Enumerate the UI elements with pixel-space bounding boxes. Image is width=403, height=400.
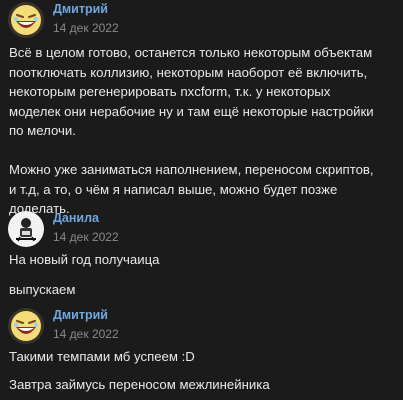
message-line: Такими темпами мб успеем :D <box>9 349 195 364</box>
message-text: На новый год получаица <box>9 250 160 270</box>
author-name[interactable]: Дмитрий <box>53 2 108 16</box>
message-line: по мелочи. <box>9 123 76 138</box>
message-line: Можно уже заниматься наполнением, перено… <box>9 162 374 177</box>
message-header: Данила 14 дек 2022 <box>8 211 398 251</box>
message-text: выпускаем <box>9 280 75 300</box>
message-time: 14 дек 2022 <box>53 21 119 35</box>
message-line <box>9 141 374 161</box>
author-name[interactable]: Дмитрий <box>53 308 108 322</box>
message-header: Дмитрий 14 дек 2022 <box>8 308 398 348</box>
message-line: поотключать коллизию, некоторым наоборот… <box>9 64 368 80</box>
sketch-person-avatar[interactable] <box>8 211 44 247</box>
laughing-emoji-avatar[interactable] <box>8 308 44 344</box>
message-header: Дмитрий 14 дек 2022 <box>8 2 398 42</box>
message-line: некоторым регенерировать nxcform, т.к. у… <box>9 84 331 99</box>
message-line: Всё в целом готово, останется только нек… <box>9 45 373 60</box>
message-line: выпускаем <box>9 282 76 297</box>
message-text: Всё в целом готово, останется только нек… <box>9 43 374 219</box>
message-line: моделек они нерабочие ну и там ещё некот… <box>9 103 374 119</box>
laughing-emoji-avatar[interactable] <box>8 2 44 38</box>
chat-log: Дмитрий 14 дек 2022 Всё в целом готово, … <box>0 0 403 400</box>
message-time: 14 дек 2022 <box>53 327 119 341</box>
message-line: На новый год получаица <box>9 252 160 267</box>
message-line: Завтра займусь переносом межлинейника <box>9 377 270 392</box>
message-time: 14 дек 2022 <box>53 230 119 244</box>
message-line: и т.д, а то, о чём я написал выше, можно… <box>9 181 338 197</box>
author-name[interactable]: Данила <box>53 211 99 225</box>
message-text: Такими темпами мб успеем :D <box>9 347 195 367</box>
message-text: Завтра займусь переносом межлинейника <box>9 375 270 395</box>
